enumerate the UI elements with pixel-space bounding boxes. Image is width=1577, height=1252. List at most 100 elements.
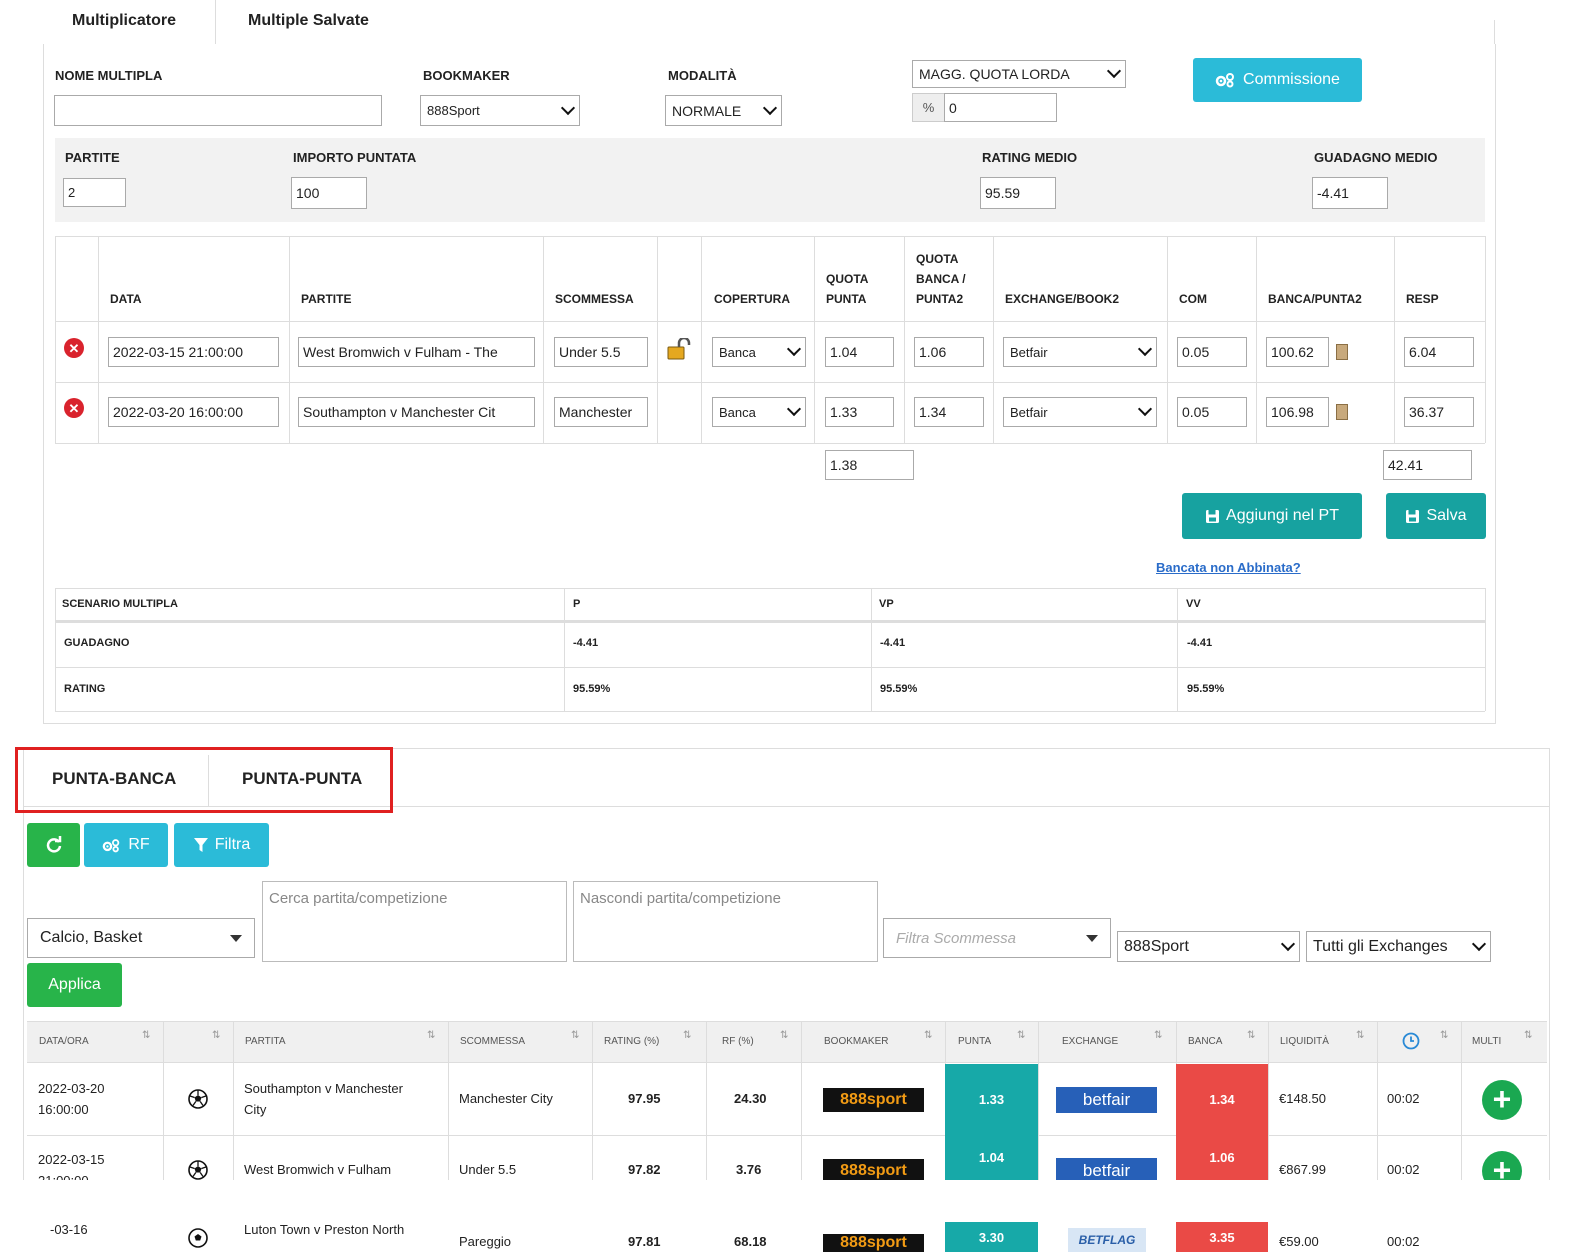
- sort-icon[interactable]: ⇅: [1524, 1030, 1532, 1041]
- odds-row-partita[interactable]: West Bromwich v Fulham: [244, 1162, 391, 1177]
- scenario-rating-vp: 95.59%: [880, 683, 918, 695]
- rf-button[interactable]: RF: [84, 823, 168, 867]
- rating-medio-input[interactable]: 95.59: [980, 177, 1056, 209]
- row-copertura-select[interactable]: Banca: [712, 337, 806, 367]
- cerca-partita-textarea[interactable]: Cerca partita/competizione: [262, 881, 567, 962]
- row-resp-input[interactable]: 36.37: [1404, 397, 1474, 427]
- col-header-partita[interactable]: PARTITA: [245, 1036, 286, 1047]
- lower-bookmaker-select[interactable]: 888Sport: [1117, 931, 1300, 962]
- row-data-input[interactable]: 2022-03-20 16:00:00: [108, 397, 279, 427]
- row-banca-punta2-input[interactable]: 100.62: [1266, 337, 1329, 367]
- col-header-data-ora[interactable]: DATA/ORA: [39, 1036, 89, 1047]
- col-header-liquidita[interactable]: LIQUIDITÀ: [1280, 1036, 1329, 1047]
- odds-row-border: [27, 1135, 1547, 1136]
- exchange-logo-betflag[interactable]: BETFLAG: [1068, 1228, 1146, 1252]
- row-com-input[interactable]: 0.05: [1177, 397, 1247, 427]
- sort-icon[interactable]: ⇅: [1017, 1030, 1025, 1041]
- col-header-punta[interactable]: PUNTA: [958, 1036, 991, 1047]
- filtra-scommessa-select[interactable]: Filtra Scommessa: [883, 918, 1111, 958]
- save-icon: [1206, 509, 1220, 523]
- nascondi-partita-textarea[interactable]: Nascondi partita/competizione: [573, 881, 878, 962]
- col-header-rf[interactable]: RF (%): [722, 1036, 754, 1047]
- row-com-input[interactable]: 0.05: [1177, 337, 1247, 367]
- odds-row-punta[interactable]: 3.30: [945, 1222, 1038, 1252]
- row-quota-punta-input[interactable]: 1.33: [825, 397, 894, 427]
- col-header-bookmaker[interactable]: BOOKMAKER: [824, 1036, 888, 1047]
- unlock-icon[interactable]: [666, 338, 692, 360]
- bookmaker-logo-888sport[interactable]: 888sport: [823, 1234, 924, 1252]
- odds-row-punta[interactable]: 1.33: [945, 1064, 1038, 1135]
- row-partite-input[interactable]: West Bromwich v Fulham - The: [298, 337, 535, 367]
- sort-icon[interactable]: ⇅: [924, 1030, 932, 1041]
- col-header-banca[interactable]: BANCA: [1188, 1036, 1222, 1047]
- aggiungi-pt-button[interactable]: Aggiungi nel PT: [1182, 493, 1362, 539]
- odds-row-punta[interactable]: 1.04: [945, 1135, 1038, 1180]
- odds-row-date: -03-16: [50, 1222, 88, 1237]
- scenario-col: [564, 588, 565, 711]
- add-multi-button[interactable]: +: [1482, 1080, 1522, 1120]
- odds-row-partita-2[interactable]: City: [244, 1102, 266, 1117]
- delete-row-icon[interactable]: ✕: [64, 398, 84, 418]
- col-header-multi[interactable]: MULTI: [1472, 1036, 1501, 1047]
- exchange-logo-betfair[interactable]: betfair: [1056, 1087, 1157, 1113]
- row-resp-input[interactable]: 6.04: [1404, 337, 1474, 367]
- sport-select[interactable]: Calcio, Basket: [27, 918, 255, 958]
- nome-multipla-input[interactable]: [54, 95, 382, 126]
- sort-icon[interactable]: ⇅: [780, 1030, 788, 1041]
- row-scommessa-input[interactable]: Under 5.5: [554, 337, 648, 367]
- sort-icon[interactable]: ⇅: [683, 1030, 691, 1041]
- bookmaker-logo-888sport[interactable]: 888sport: [823, 1088, 924, 1112]
- sort-icon[interactable]: ⇅: [1440, 1030, 1448, 1041]
- modalita-select[interactable]: NORMALE: [665, 95, 782, 126]
- resp-totale-input[interactable]: 42.41: [1383, 450, 1472, 480]
- odds-row-banca[interactable]: 3.35: [1176, 1222, 1268, 1252]
- row-data-input[interactable]: 2022-03-15 21:00:00: [108, 337, 279, 367]
- copy-icon[interactable]: [1336, 404, 1348, 420]
- row-exchange-select[interactable]: Betfair: [1003, 337, 1157, 367]
- bookmaker-select[interactable]: 888Sport: [420, 95, 580, 126]
- odds-row-banca[interactable]: 1.06: [1176, 1135, 1268, 1180]
- commissione-button[interactable]: Commissione: [1193, 58, 1362, 102]
- odds-row-partita[interactable]: Southampton v Manchester: [244, 1081, 403, 1096]
- tab-multiple-salvate[interactable]: Multiple Salvate: [248, 12, 369, 30]
- sort-icon[interactable]: ⇅: [427, 1030, 435, 1041]
- sort-icon[interactable]: ⇅: [1154, 1030, 1162, 1041]
- percent-input[interactable]: 0: [944, 93, 1057, 122]
- row-quota-banca-input[interactable]: 1.06: [914, 337, 984, 367]
- sort-icon[interactable]: ⇅: [1247, 1030, 1255, 1041]
- delete-row-icon[interactable]: ✕: [64, 338, 84, 358]
- sort-icon[interactable]: ⇅: [142, 1030, 150, 1041]
- magg-quota-select[interactable]: MAGG. QUOTA LORDA: [912, 60, 1126, 88]
- odds-row-partita[interactable]: Luton Town v Preston North: [244, 1222, 404, 1237]
- copy-icon[interactable]: [1336, 344, 1348, 360]
- salva-button[interactable]: Salva: [1386, 493, 1486, 539]
- bancata-non-abbinata-link[interactable]: Bancata non Abbinata?: [1156, 560, 1301, 575]
- row-quota-banca-input[interactable]: 1.34: [914, 397, 984, 427]
- row-banca-punta2-input[interactable]: 106.98: [1266, 397, 1329, 427]
- filtra-button[interactable]: Filtra: [174, 823, 269, 867]
- sort-icon[interactable]: ⇅: [212, 1030, 220, 1041]
- partite-input[interactable]: 2: [63, 178, 126, 207]
- guadagno-medio-input[interactable]: -4.41: [1312, 177, 1388, 209]
- refresh-button[interactable]: [27, 823, 80, 867]
- row-copertura-select[interactable]: Banca: [712, 397, 806, 427]
- row-exchange-select[interactable]: Betfair: [1003, 397, 1157, 427]
- col-border: [289, 236, 290, 443]
- row-partite-input[interactable]: Southampton v Manchester Cit: [298, 397, 535, 427]
- quota-totale-input[interactable]: 1.38: [825, 450, 914, 480]
- exchange-select[interactable]: Tutti gli Exchanges: [1306, 931, 1491, 962]
- col-header-rating[interactable]: RATING (%): [604, 1036, 659, 1047]
- filtra-scommessa-placeholder: Filtra Scommessa: [896, 929, 1017, 947]
- applica-button[interactable]: Applica: [27, 963, 122, 1007]
- tab-multiplicatore[interactable]: Multiplicatore: [72, 12, 176, 30]
- col-header-exchange[interactable]: EXCHANGE: [1062, 1036, 1118, 1047]
- odds-row-banca[interactable]: 1.34: [1176, 1064, 1268, 1135]
- refresh-icon: [46, 836, 61, 853]
- importo-input[interactable]: 100: [291, 177, 367, 209]
- sort-icon[interactable]: ⇅: [571, 1030, 579, 1041]
- col-header-scommessa[interactable]: SCOMMESSA: [460, 1036, 525, 1047]
- bookmaker-select-value: 888Sport: [427, 103, 480, 118]
- sort-icon[interactable]: ⇅: [1356, 1030, 1364, 1041]
- row-scommessa-input[interactable]: Manchester: [554, 397, 648, 427]
- row-quota-punta-input[interactable]: 1.04: [825, 337, 894, 367]
